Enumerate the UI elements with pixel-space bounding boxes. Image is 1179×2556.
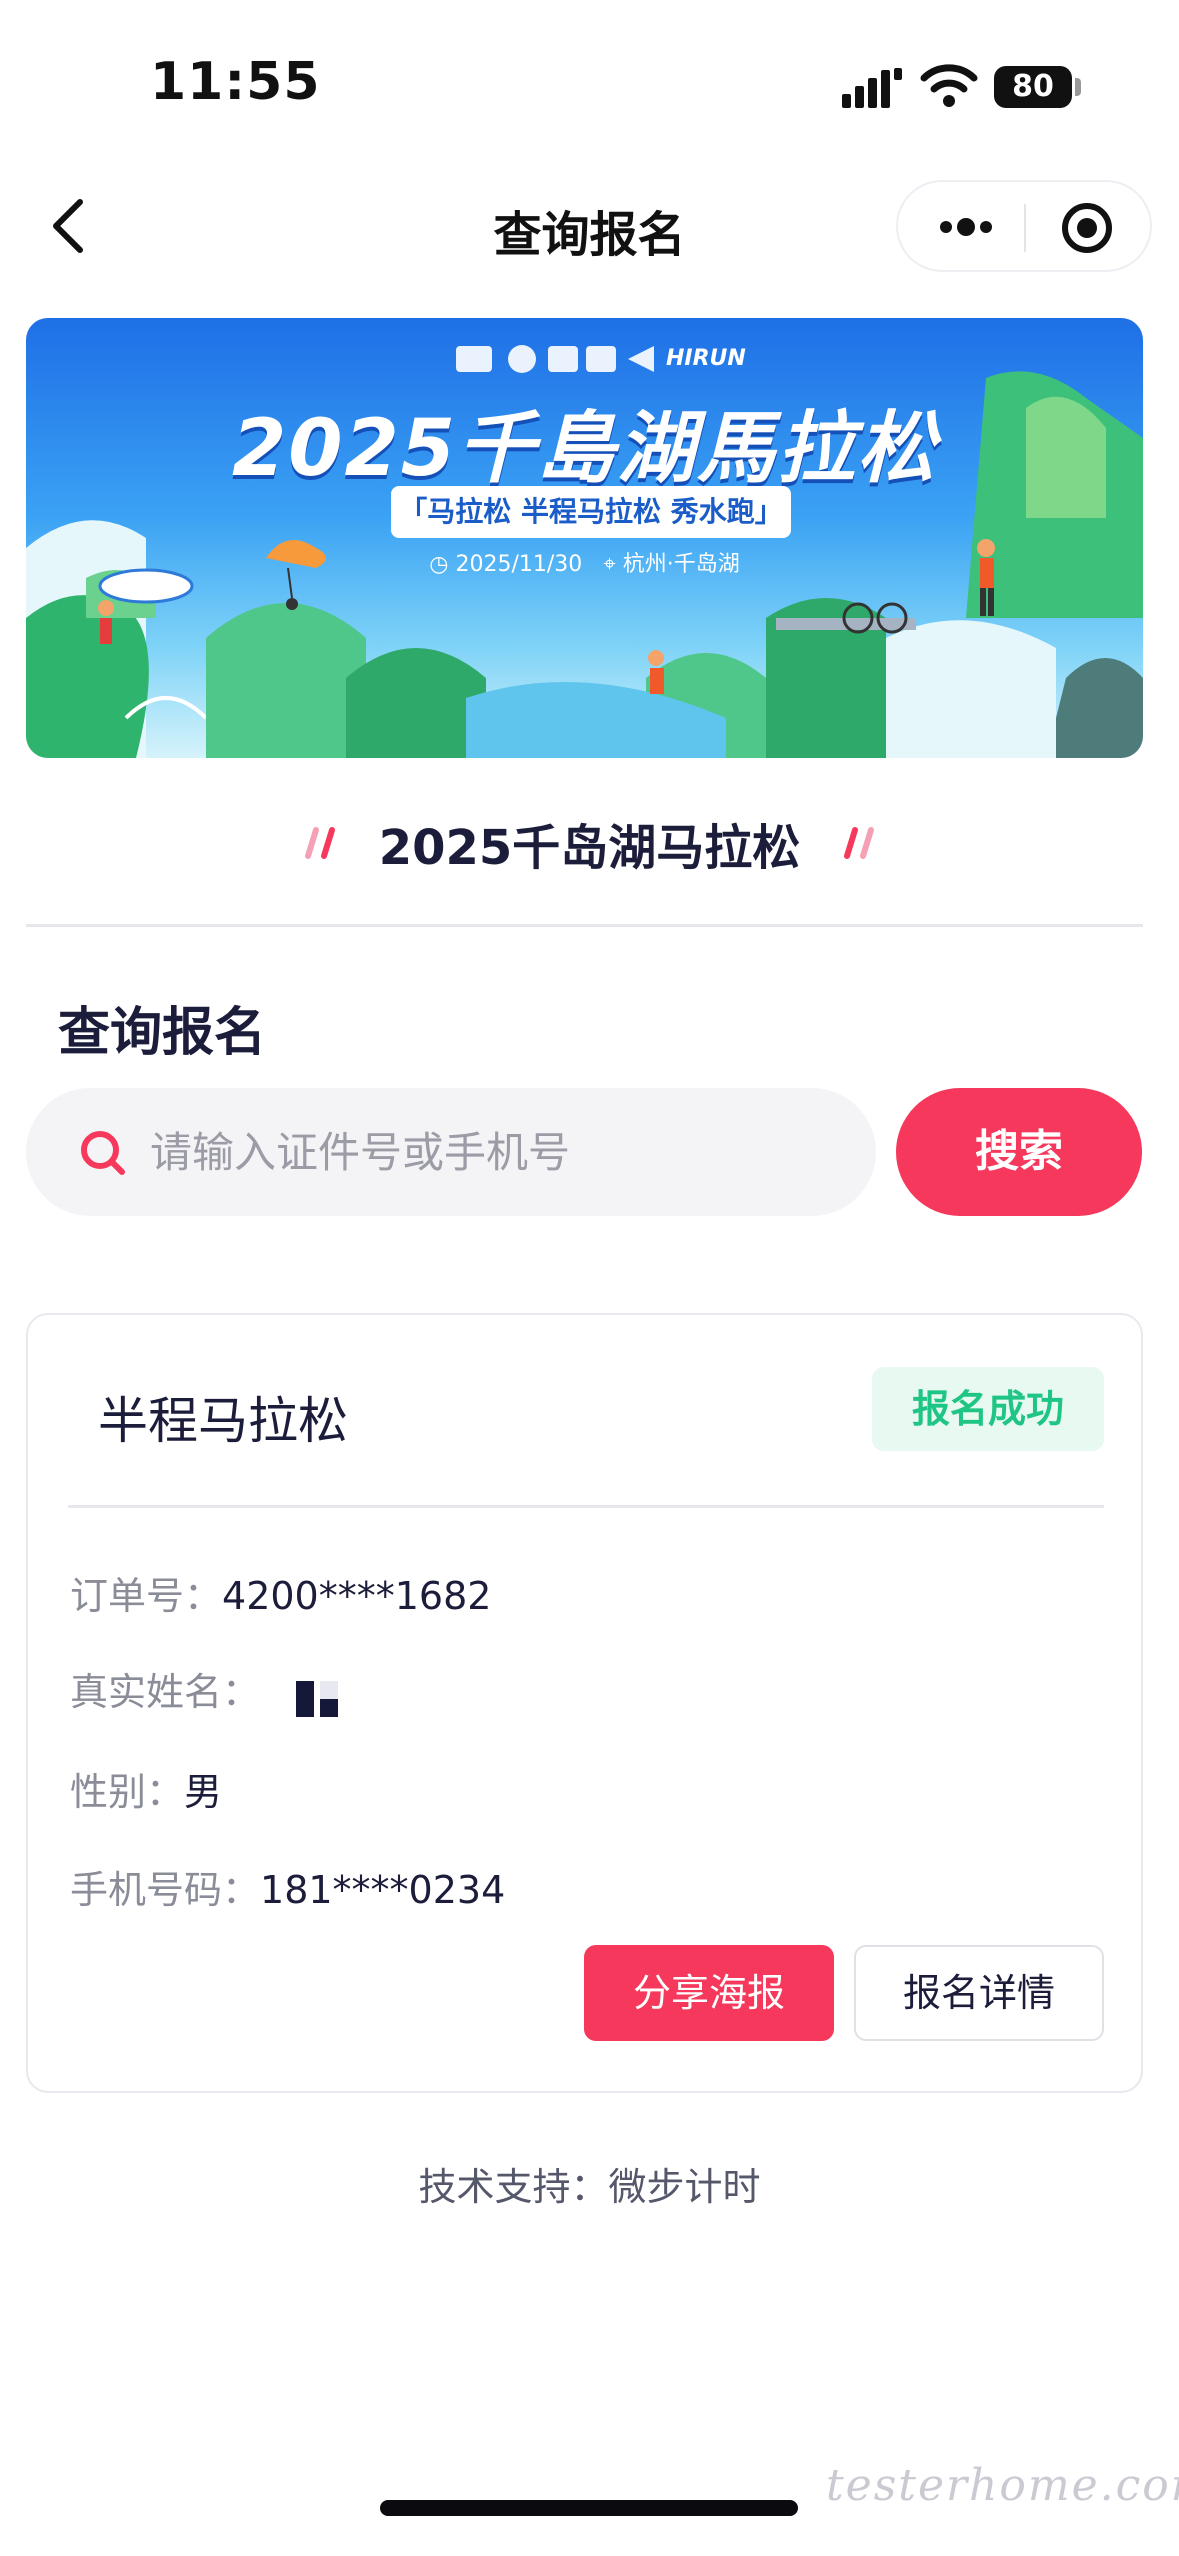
location-pin-icon: ⌖ (603, 552, 616, 577)
clock-icon: ◷ (429, 552, 449, 577)
event-name-row: 2025千岛湖马拉松 (0, 808, 1179, 878)
registration-details-button[interactable]: 报名详情 (854, 1945, 1104, 2041)
battery-tip (1075, 78, 1081, 96)
event-name: 2025千岛湖马拉松 (378, 820, 801, 876)
section-title: 查询报名 (58, 1003, 267, 1063)
name-row: 真实姓名： (70, 1661, 356, 1717)
banner-subtitle: 「马拉松 半程马拉松 秀水跑」 (391, 486, 791, 538)
share-poster-button[interactable]: 分享海报 (584, 1945, 834, 2041)
search-icon (81, 1131, 125, 1175)
mini-program-capsule (896, 180, 1152, 272)
more-options-icon[interactable] (936, 212, 996, 242)
search-input[interactable] (150, 1114, 850, 1190)
status-bar: 11:55 80 (0, 0, 1179, 150)
gender-label: 性别： (70, 1770, 185, 1814)
phone-label: 手机号码： (70, 1868, 261, 1912)
tech-support-footer: 技术支持：微步计时 (418, 2165, 761, 2209)
banner-date: 2025/11/30 (455, 552, 583, 577)
battery-icon: 80 (994, 66, 1072, 108)
banner-illustration (26, 371, 1143, 758)
status-badge: 报名成功 (872, 1367, 1104, 1451)
name-label: 真实姓名： (70, 1670, 261, 1714)
decorative-slashes-right-icon (844, 827, 875, 859)
banner-location: 杭州·千岛湖 (622, 552, 740, 577)
watermark: testerhome.com (826, 2460, 1179, 2511)
search-box[interactable] (26, 1088, 876, 1216)
sponsor-hirun: HIRUN (666, 346, 746, 371)
decorative-slashes-left-icon (304, 827, 335, 859)
search-button[interactable]: 搜索 (896, 1088, 1142, 1216)
close-miniprogram-icon[interactable] (1061, 202, 1113, 254)
race-type: 半程马拉松 (98, 1392, 348, 1450)
event-banner[interactable]: HIRUN 2025千島湖馬拉松 「马拉松 半程马拉松 秀水跑」 ◷ 2025/… (26, 318, 1143, 758)
masked-name (286, 1673, 356, 1717)
order-row: 订单号：4200****1682 (70, 1565, 491, 1620)
capsule-divider (1024, 204, 1026, 252)
gender-row: 性别：男 (70, 1761, 222, 1816)
order-label: 订单号： (70, 1574, 223, 1618)
banner-title: 2025千島湖馬拉松 (231, 404, 938, 494)
clock: 11:55 (150, 52, 321, 112)
card-divider (68, 1505, 1104, 1508)
order-value: 4200****1682 (222, 1574, 492, 1618)
banner-meta: ◷ 2025/11/30 ⌖ 杭州·千岛湖 (26, 546, 1143, 578)
cellular-signal-icon (842, 68, 902, 108)
divider (26, 924, 1143, 927)
home-indicator[interactable] (380, 2500, 798, 2516)
phone-row: 手机号码：181****0234 (70, 1859, 505, 1914)
wifi-icon (920, 64, 978, 107)
registration-card: 半程马拉松 报名成功 订单号：4200****1682 真实姓名： 性别：男 手… (26, 1313, 1143, 2093)
sponsor-logos: HIRUN (456, 342, 756, 376)
phone-value: 181****0234 (260, 1868, 506, 1912)
gender-value: 男 (184, 1770, 223, 1814)
